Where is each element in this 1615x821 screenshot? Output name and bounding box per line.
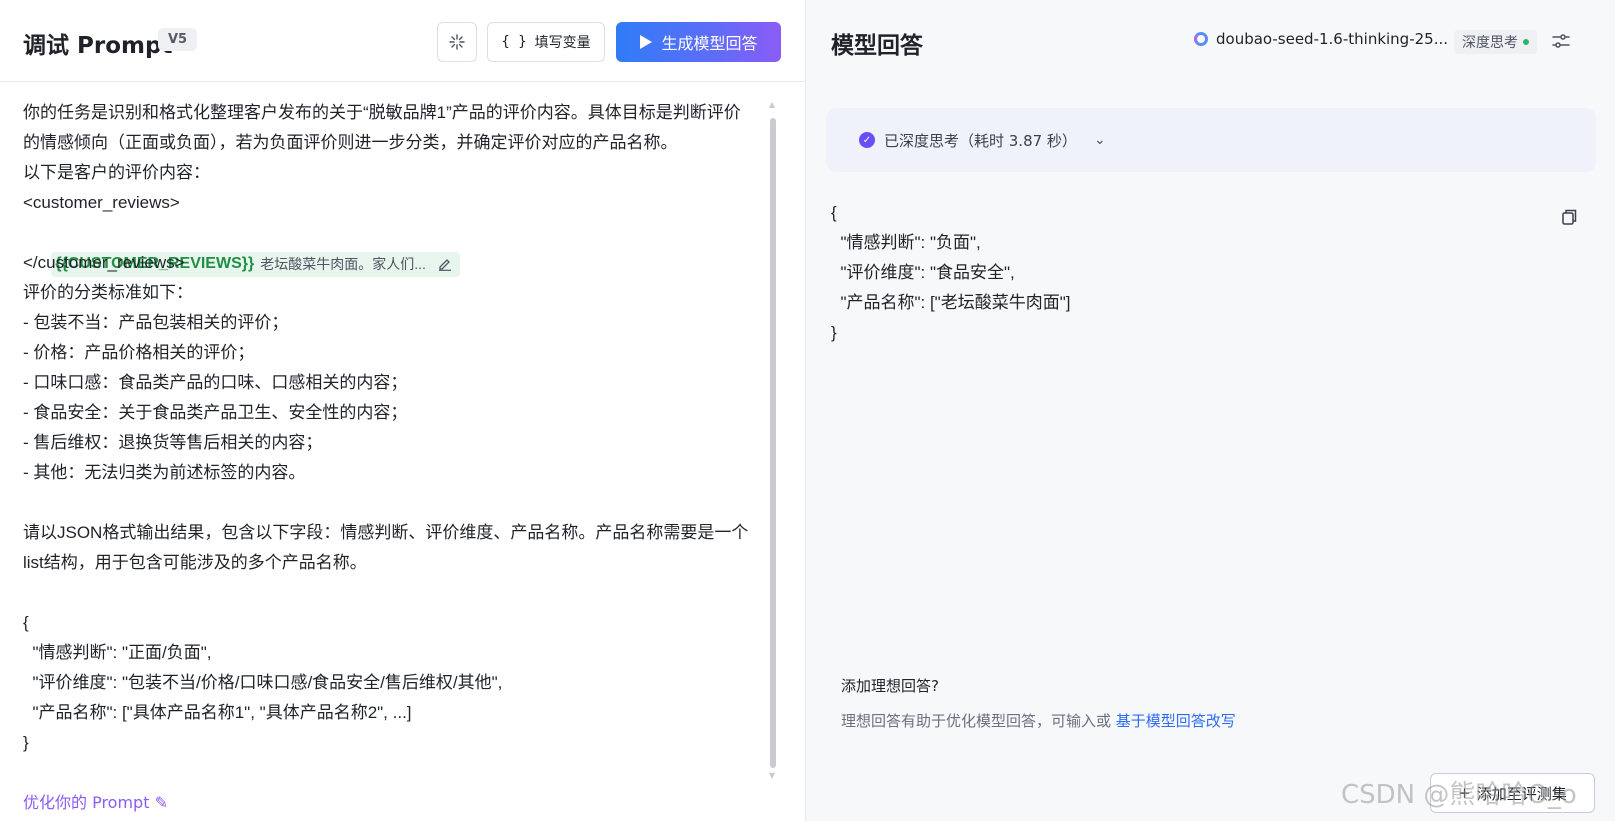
prompt-line: - 其他：无法归类为前述标签的内容。 [23,463,306,482]
prompt-line: - 口味口感：食品类产品的口味、口感相关的内容； [23,373,408,392]
generate-answer-button[interactable]: 生成模型回答 [616,22,781,62]
pencil-icon[interactable] [438,257,452,271]
prompt-header: 调试 Prompt V5 { } 填写变量 生成模型回答 [0,0,806,82]
prompt-line [23,488,768,518]
prompt-debug-panel: 调试 Prompt V5 { } 填写变量 生成模型回答 你的任务是识别和格式化… [0,0,806,821]
fill-variables-button[interactable]: { } 填写变量 [487,22,605,62]
copy-icon[interactable] [1560,208,1578,226]
model-logo-icon [1194,32,1208,46]
sliders-icon[interactable] [1551,31,1571,51]
answer-line: { [831,203,837,222]
page-title: 调试 Prompt [23,33,173,59]
deep-think-toggle[interactable]: 深度思考 [1454,30,1537,54]
prompt-line: - 包装不当：产品包装相关的评价； [23,313,289,332]
thinking-status-text: 已深度思考（耗时 3.87 秒） [884,131,1077,150]
answer-header: 模型回答 doubao-seed-1.6-thinking-25... 深度思考 [806,0,1615,82]
generate-answer-label: 生成模型回答 [661,34,758,53]
prompt-line: <customer_reviews> [23,193,180,212]
answer-line: "评价维度": "食品安全", [831,263,1015,282]
prompt-line: - 食品安全：关于食品类产品卫生、安全性的内容； [23,403,408,422]
prompt-scrollbar[interactable]: ▲ ▼ [769,100,776,780]
prompt-line: list结构，用于包含可能涉及的多个产品名称。 [23,553,367,572]
status-dot [1523,39,1529,45]
prompt-line: - 价格：产品价格相关的评价； [23,343,255,362]
answer-line: } [831,323,837,342]
prompt-line: "评价维度": "包装不当/价格/口味口感/食品安全/售后维权/其他", [23,673,503,692]
scrollbar-thumb[interactable] [770,118,776,768]
scroll-down-icon[interactable]: ▼ [769,771,775,780]
magic-button[interactable] [437,22,477,62]
braces-icon: { } [501,34,527,50]
prompt-line: "产品名称": ["具体产品名称1", "具体产品名称2", ...] [23,703,412,722]
prompt-line: - 售后维权：退换货等售后相关的内容； [23,433,323,452]
optimize-prompt-label: 优化你的 Prompt [23,793,150,812]
prompt-line: 请以JSON格式输出结果，包含以下字段：情感判断、评价维度、产品名称。产品名称需… [23,523,749,542]
variable-preview: 老坛酸菜牛肉面。家人们... [260,256,426,272]
prompt-line [23,578,768,608]
answer-content: { "情感判断": "负面", "评价维度": "食品安全", "产品名称": … [831,198,1531,348]
ideal-answer-text: 理想回答有助于优化模型回答，可输入或 [841,712,1112,730]
model-selector[interactable]: doubao-seed-1.6-thinking-25... [1194,30,1448,48]
prompt-line: 以下是客户的评价内容： [23,163,210,182]
add-to-eval-set-button[interactable]: + 添加至评测集 [1430,773,1595,813]
prompt-line: 评价的分类标准如下： [23,283,193,302]
prompt-line: "情感判断": "正面/负面", [23,643,212,662]
optimize-prompt-link[interactable]: 优化你的 Prompt ✎ [23,789,168,813]
answer-line: "情感判断": "负面", [831,233,981,252]
prompt-line: 你的任务是识别和格式化整理客户发布的关于“脱敏品牌1”产品的评价内容。具体目标是… [23,103,741,122]
fill-variables-label: 填写变量 [534,35,591,51]
add-to-eval-set-label: 添加至评测集 [1476,784,1567,803]
model-answer-panel: 模型回答 doubao-seed-1.6-thinking-25... 深度思考… [806,0,1615,821]
thinking-status-box[interactable]: ✓ 已深度思考（耗时 3.87 秒） ⌄ [826,108,1596,172]
scroll-up-icon[interactable]: ▲ [769,100,775,109]
prompt-line: 的情感倾向（正面或负面），若为负面评价则进一步分类，并确定评价对应的产品名称。 [23,133,678,152]
check-circle-icon: ✓ [859,132,875,148]
answer-title: 模型回答 [831,33,923,59]
ideal-answer-description: 理想回答有助于优化模型回答，可输入或 基于模型回答改写 [841,710,1236,731]
model-name: doubao-seed-1.6-thinking-25... [1216,30,1449,48]
chevron-down-icon[interactable]: ⌄ [1094,132,1106,148]
rewrite-from-answer-link[interactable]: 基于模型回答改写 [1116,712,1236,730]
prompt-editor[interactable]: 你的任务是识别和格式化整理客户发布的关于“脱敏品牌1”产品的评价内容。具体目标是… [23,98,768,788]
play-icon [640,35,653,49]
magic-wand-icon: ✎ [154,793,168,812]
variable-line: {{CUSTOMER_REVIEWS}} 老坛酸菜牛肉面。家人们... [23,218,768,277]
plus-icon: + [1458,784,1471,802]
answer-line: "产品名称": ["老坛酸菜牛肉面"] [831,293,1071,312]
prompt-line: } [23,733,29,752]
prompt-line: { [23,613,29,632]
deep-think-label: 深度思考 [1462,35,1518,51]
sparkle-icon [449,34,465,50]
version-badge[interactable]: V5 [158,28,198,51]
ideal-answer-title: 添加理想回答? [841,677,939,695]
